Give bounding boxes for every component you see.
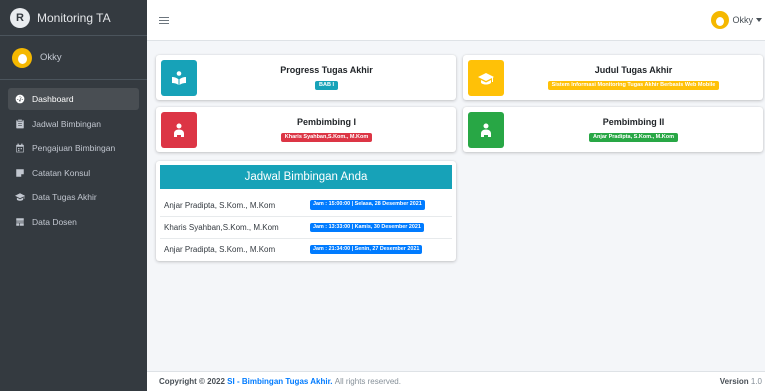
schedule-lecturer: Anjar Pradipta, S.Kom., M.Kom	[164, 245, 276, 254]
dashboard-icon	[15, 94, 25, 104]
chevron-down-icon	[756, 18, 762, 22]
brand-logo-icon: R	[10, 7, 30, 28]
brand-title: Monitoring TA	[37, 10, 111, 25]
info-box-title: Pembimbing II	[602, 116, 665, 127]
sidebar-item-label: Dashboard	[32, 94, 74, 104]
table-row: Anjar Pradipta, S.Kom., M.Kom Jam : 15:0…	[160, 194, 452, 216]
sidebar-item-label: Pengajuan Bimbingan	[32, 143, 116, 153]
sidebar-item-label: Data Dosen	[32, 216, 77, 227]
info-box-progress: Progress Tugas Akhir BAB I	[156, 55, 456, 100]
copyright-text: Copyright © 2022	[159, 377, 225, 386]
chalkboard-teacher-icon	[161, 111, 197, 148]
schedule-time-badge: Jam : 13:33:00 | Kamis, 30 Desember 2021	[310, 222, 424, 233]
brand-link[interactable]: R Monitoring TA	[0, 0, 147, 36]
menu-toggle-icon[interactable]	[159, 16, 169, 24]
sidebar-item-dashboard[interactable]: Dashboard	[8, 88, 139, 110]
sidebar-item-pengajuan-bimbingan[interactable]: Pengajuan Bimbingan	[8, 137, 139, 159]
book-reader-icon	[161, 59, 197, 96]
user-avatar	[12, 47, 32, 68]
info-box-title: Pembimbing I	[296, 116, 356, 127]
sidebar-item-jadwal-bimbingan[interactable]: Jadwal Bimbingan	[8, 113, 139, 135]
user-tie-icon	[15, 217, 25, 227]
sidebar-user-name: Okky	[40, 52, 62, 63]
rights-text: All rights reserved.	[334, 377, 401, 386]
info-box-title: Judul Tugas Akhir	[594, 64, 673, 75]
table-row: Kharis Syahban,S.Kom., M.Kom Jam : 13:33…	[160, 216, 452, 238]
version-label: Version	[719, 377, 749, 386]
sidebar-item-data-tugas-akhir[interactable]: Data Tugas Akhir	[8, 186, 139, 208]
top-user-name: Okky	[732, 15, 753, 25]
table-row: Anjar Pradipta, S.Kom., M.Kom Jam : 21:3…	[160, 238, 452, 260]
info-box-judul: Judul Tugas Akhir Sistem Informasi Monit…	[463, 55, 763, 100]
info-box-title: Progress Tugas Akhir	[280, 64, 373, 75]
sidebar-item-label: Jadwal Bimbingan	[32, 118, 101, 129]
note-icon	[15, 168, 25, 178]
sidebar-item-label: Catatan Konsul	[32, 167, 91, 178]
info-box-pembimbing-1: Pembimbing I Kharis Syahban,S.Kom., M.Ko…	[156, 107, 456, 152]
graduation-cap-icon	[468, 59, 504, 96]
user-dropdown[interactable]: Okky	[711, 11, 762, 29]
schedule-time-badge: Jam : 15:00:00 | Selasa, 28 Desember 202…	[310, 200, 425, 210]
brand-logo-letter: R	[16, 11, 24, 24]
schedule-time-badge: Jam : 21:34:00 | Senin, 27 Desember 2021	[310, 244, 423, 255]
judul-badge: Sistem Informasi Monitoring Tugas Akhir …	[547, 80, 720, 91]
clipboard-icon	[15, 119, 25, 129]
chalkboard-teacher-icon	[468, 111, 504, 148]
version-value: 1.0	[750, 377, 762, 386]
schedule-lecturer: Anjar Pradipta, S.Kom., M.Kom	[164, 200, 276, 210]
footer-app-link[interactable]: SI - Bimbingan Tugas Akhir.	[227, 377, 332, 386]
footer: Copyright © 2022 SI - Bimbingan Tugas Ak…	[147, 371, 765, 391]
schedule-lecturer: Kharis Syahban,S.Kom., M.Kom	[164, 223, 279, 232]
sidebar-nav: Dashboard Jadwal Bimbingan Pengajuan Bim…	[0, 80, 147, 233]
schedule-card: Jadwal Bimbingan Anda Anjar Pradipta, S.…	[156, 161, 456, 261]
sidebar: R Monitoring TA Okky Dashboard Jadwal Bi…	[0, 0, 147, 391]
schedule-card-title: Jadwal Bimbingan Anda	[160, 165, 452, 189]
pembimbing-2-badge: Anjar Pradipta, S.Kom., M.Kom	[589, 132, 678, 143]
top-user-avatar	[711, 11, 730, 29]
calendar-icon	[15, 143, 25, 153]
sidebar-item-data-dosen[interactable]: Data Dosen	[8, 211, 139, 233]
top-navbar: Okky	[147, 0, 765, 41]
version-info: Version 1.0	[720, 377, 762, 386]
sidebar-item-catatan-konsul[interactable]: Catatan Konsul	[8, 162, 139, 184]
sidebar-item-label: Data Tugas Akhir	[32, 192, 97, 202]
graduation-cap-icon	[15, 192, 25, 202]
progress-badge: BAB I	[315, 80, 338, 91]
pembimbing-1-badge: Kharis Syahban,S.Kom., M.Kom	[280, 132, 373, 143]
sidebar-user-panel[interactable]: Okky	[0, 36, 147, 80]
info-box-pembimbing-2: Pembimbing II Anjar Pradipta, S.Kom., M.…	[463, 107, 763, 152]
